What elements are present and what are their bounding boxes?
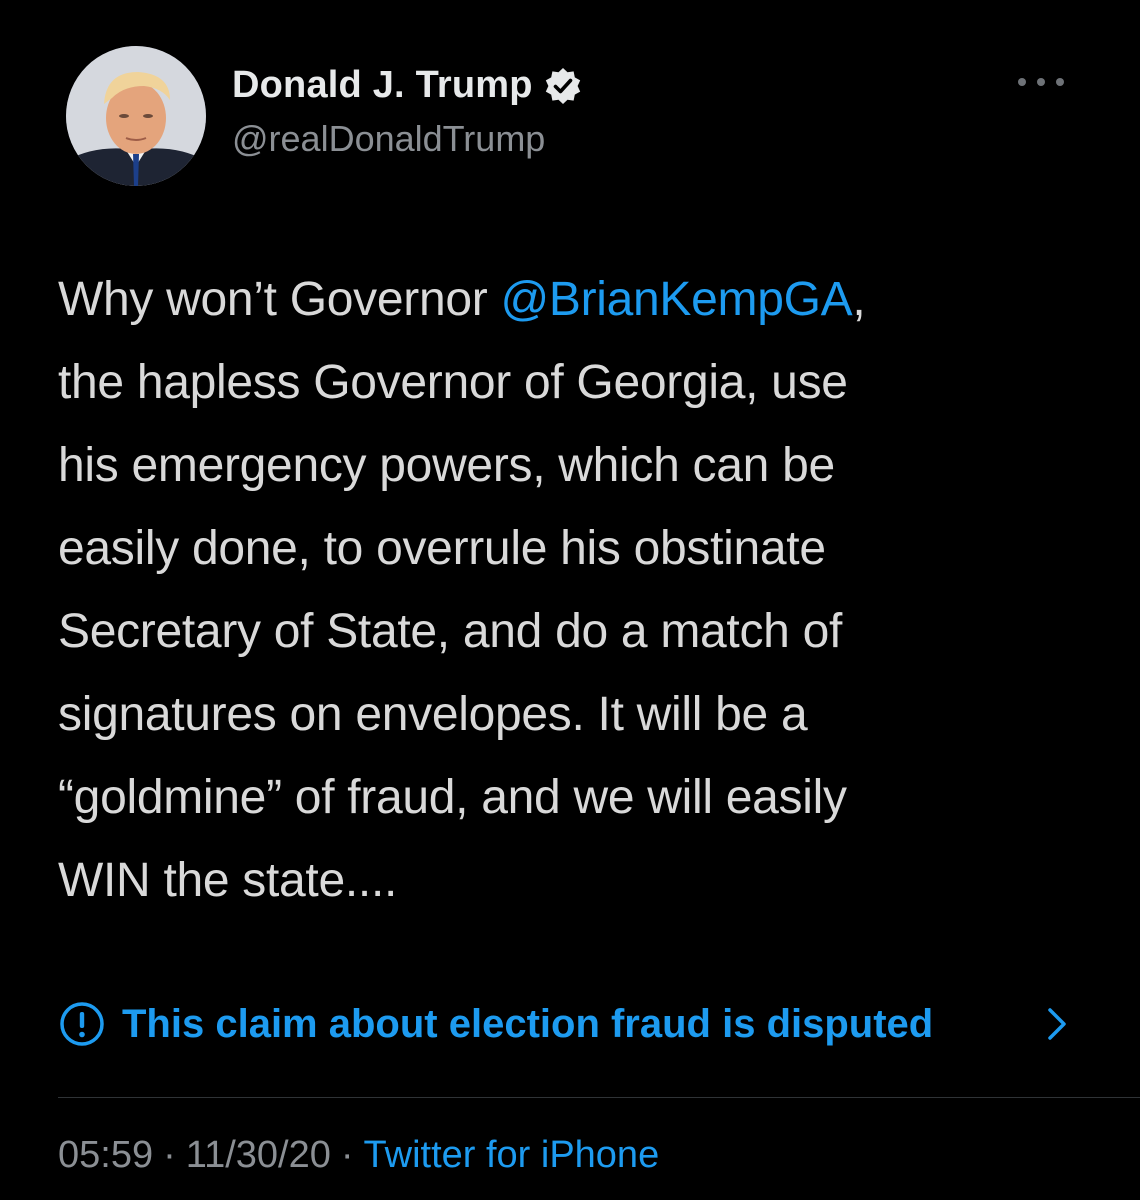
author-display-name[interactable]: Donald J. Trump	[232, 64, 533, 107]
disputed-claim-notice[interactable]: This claim about election fraud is dispu…	[58, 996, 1088, 1052]
author-name-row: Donald J. Trump	[232, 64, 583, 107]
tweet-line-7: “goldmine” of fraud, and we will easily	[58, 771, 847, 824]
tweet-line-4: easily done, to overrule his obstinate	[58, 522, 826, 575]
verified-badge-icon	[545, 67, 580, 104]
more-options-icon[interactable]	[1014, 72, 1068, 92]
meta-separator: ·	[163, 1134, 176, 1176]
tweet-detail: Donald J. Trump @realDonaldTrump Why won…	[0, 0, 1140, 1200]
avatar[interactable]	[66, 46, 206, 186]
author-handle[interactable]: @realDonaldTrump	[232, 118, 545, 160]
chevron-right-icon	[1048, 1008, 1066, 1040]
tweet-meta: 05:59 · 11/30/20 · Twitter for iPhone	[58, 1134, 659, 1177]
tweet-line-8: WIN the state....	[58, 854, 398, 907]
tweet-time: 05:59	[58, 1134, 154, 1176]
profile-photo-icon	[66, 46, 206, 186]
tweet-source-link[interactable]: Twitter for iPhone	[364, 1134, 660, 1176]
tweet-line-1-start: Why won’t Governor	[58, 273, 501, 326]
tweet-line-1-end: ,	[852, 273, 866, 326]
tweet-date: 11/30/20	[185, 1134, 331, 1176]
tweet-line-3: his emergency powers, which can be	[58, 439, 835, 492]
exclamation-circle-icon	[60, 1002, 104, 1046]
divider	[58, 1097, 1140, 1098]
tweet-line-5: Secretary of State, and do a match of	[58, 605, 843, 658]
tweet-line-2: the hapless Governor of Georgia, use	[58, 356, 848, 409]
tweet-line-1: Why won’t Governor @BrianKempGA,	[58, 258, 1088, 341]
tweet-text: Why won’t Governor @BrianKempGA, the hap…	[58, 258, 1088, 922]
disputed-claim-label: This claim about election fraud is dispu…	[122, 1001, 934, 1046]
meta-separator: ·	[340, 1134, 354, 1176]
tweet-line-6: signatures on envelopes. It will be a	[58, 688, 808, 741]
mention-link[interactable]: @BrianKempGA	[500, 273, 852, 326]
